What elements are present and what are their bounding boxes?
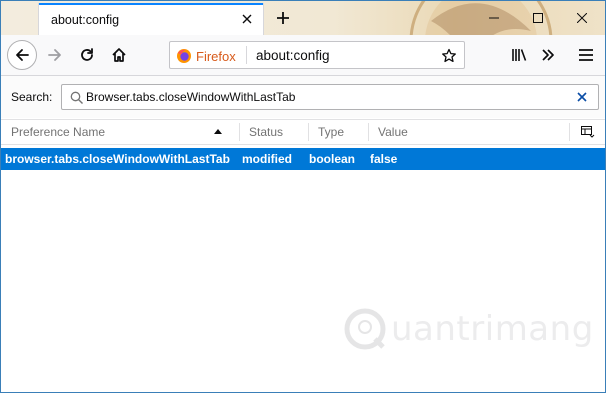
table-row[interactable]: browser.tabs.closeWindowWithLastTab modi…: [1, 148, 605, 170]
column-separator[interactable]: [569, 123, 570, 141]
identity-label: Firefox: [196, 48, 236, 64]
column-header-label: Type: [318, 125, 345, 139]
overflow-button[interactable]: [534, 41, 562, 69]
column-header-preference-name[interactable]: Preference Name: [1, 120, 239, 144]
preferences-table: Preference Name Status Type Value browse…: [1, 119, 605, 392]
watermark-logo-icon: [344, 308, 386, 350]
sort-ascending-icon: [214, 129, 222, 134]
navigation-toolbar: Firefox about:config: [1, 35, 605, 76]
cell-value: false: [370, 152, 398, 166]
clear-search-icon[interactable]: [574, 89, 590, 105]
url-text[interactable]: about:config: [256, 48, 330, 63]
column-header-type[interactable]: Type: [308, 120, 368, 144]
url-separator: [246, 46, 247, 64]
search-box[interactable]: [61, 84, 599, 110]
window-close-icon[interactable]: [571, 7, 593, 29]
tab-strip: about:config: [1, 1, 605, 35]
library-button[interactable]: [506, 41, 534, 69]
column-header-value[interactable]: Value: [368, 120, 568, 144]
cell-status: modified: [242, 152, 292, 166]
hamburger-menu-icon: [579, 49, 593, 61]
maximize-icon[interactable]: [527, 7, 549, 29]
arrow-right-icon: [48, 49, 61, 61]
chevron-double-right-icon: [542, 49, 554, 61]
table-header: Preference Name Status Type Value: [1, 119, 605, 145]
column-header-label: Value: [378, 125, 408, 139]
cell-type: boolean: [309, 152, 356, 166]
home-button[interactable]: [105, 41, 133, 69]
column-header-status[interactable]: Status: [239, 120, 308, 144]
url-bar[interactable]: Firefox about:config: [169, 41, 465, 69]
watermark: uantrimang: [341, 303, 593, 359]
identity-box[interactable]: Firefox: [176, 47, 236, 65]
search-label: Search:: [11, 90, 53, 104]
search-input[interactable]: [86, 87, 556, 107]
watermark-text: uantrimang: [391, 309, 594, 349]
library-icon: [512, 49, 527, 61]
minimize-icon[interactable]: [483, 7, 505, 29]
forward-button[interactable]: [41, 41, 69, 69]
search-icon: [70, 91, 83, 104]
home-icon: [112, 48, 126, 62]
close-tab-icon[interactable]: [239, 11, 255, 27]
column-header-label: Status: [249, 125, 284, 139]
reload-button[interactable]: [73, 41, 101, 69]
tab-about-config[interactable]: about:config: [39, 3, 263, 35]
theme-decoration: [409, 1, 553, 35]
cell-preference-name: browser.tabs.closeWindowWithLastTab: [5, 152, 230, 166]
firefox-logo-icon: [177, 49, 191, 63]
column-picker-icon[interactable]: [581, 126, 595, 138]
arrow-left-icon: [16, 49, 29, 61]
tab-title: about:config: [51, 13, 120, 27]
bookmark-star-icon[interactable]: [440, 47, 458, 65]
reload-icon: [81, 48, 93, 61]
app-menu-button[interactable]: [572, 41, 600, 69]
column-header-label: Preference Name: [11, 125, 106, 139]
back-button[interactable]: [7, 40, 37, 70]
config-search-row: Search:: [1, 76, 605, 118]
new-tab-button[interactable]: [271, 6, 295, 30]
browser-window: about:config Firefox about:config Search…: [0, 0, 606, 393]
